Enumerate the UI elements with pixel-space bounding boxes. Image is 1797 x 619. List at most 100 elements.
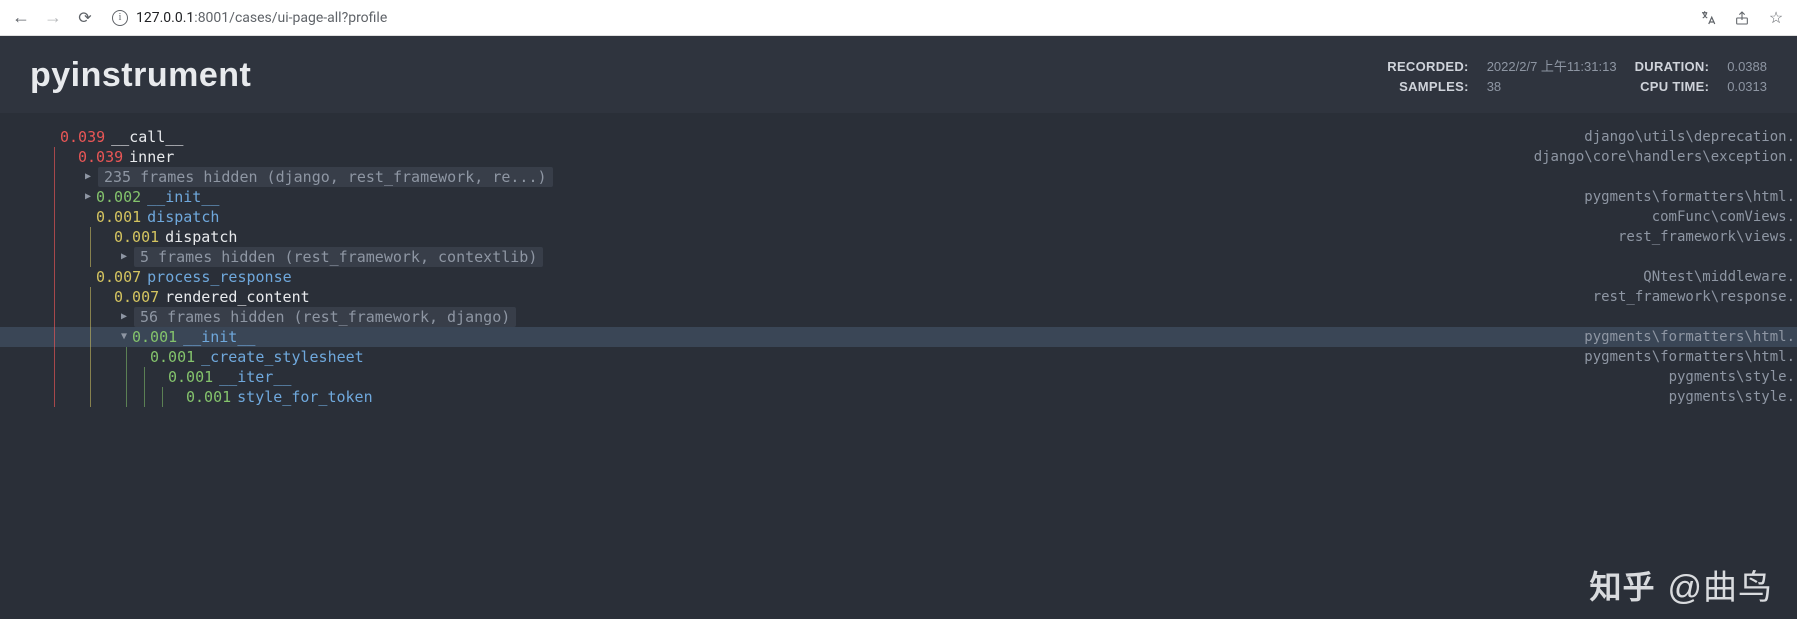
frame-location: pygments\formatters\html. bbox=[1584, 327, 1797, 347]
indent-guide bbox=[82, 347, 100, 367]
caret-right-icon[interactable]: ▶ bbox=[82, 167, 94, 187]
url-host: 127.0.0.1 bbox=[136, 10, 194, 26]
url-text: 127.0.0.1:8001/cases/ui-page-all?profile bbox=[136, 10, 387, 26]
tree-row[interactable]: 0.001_create_stylesheetpygments\formatte… bbox=[0, 347, 1797, 367]
caret-down-icon[interactable]: ▼ bbox=[118, 327, 130, 347]
tree-row[interactable]: 0.001__iter__pygments\style. bbox=[0, 367, 1797, 387]
frame-time: 0.039 bbox=[78, 147, 123, 167]
app-header: pyinstrument RECORDED: 2022/2/7 上午11:31:… bbox=[0, 36, 1797, 113]
indent-guide bbox=[46, 307, 64, 327]
frame-name: process_response bbox=[147, 267, 292, 287]
caret-right-icon[interactable]: ▶ bbox=[82, 187, 94, 207]
tree-row[interactable]: 0.039innerdjango\core\handlers\exception… bbox=[0, 147, 1797, 167]
tree-row[interactable]: ▶56 frames hidden (rest_framework, djang… bbox=[0, 307, 1797, 327]
frame-location: QNtest\middleware. bbox=[1643, 267, 1797, 287]
indent-guide bbox=[46, 287, 64, 307]
tree-row[interactable]: ▶0.002 __init__ pygments\formatters\html. bbox=[0, 187, 1797, 207]
frame-name: __init__ bbox=[183, 327, 255, 347]
frame-name: __call__ bbox=[111, 127, 183, 147]
frame-name: dispatch bbox=[165, 227, 237, 247]
nav-forward-icon[interactable]: → bbox=[44, 9, 62, 27]
meta-grid: RECORDED: 2022/2/7 上午11:31:13 DURATION: … bbox=[1387, 56, 1767, 94]
frame-location: pygments\style. bbox=[1669, 367, 1797, 387]
frame-location: rest_framework\response. bbox=[1593, 287, 1797, 307]
indent-guide bbox=[118, 387, 136, 407]
nav-back-icon[interactable]: ← bbox=[12, 9, 30, 27]
frame-location: pygments\style. bbox=[1669, 387, 1797, 407]
indent-guide bbox=[46, 207, 64, 227]
indent-guide bbox=[46, 247, 64, 267]
indent-guide bbox=[82, 287, 100, 307]
tree-row[interactable]: 0.007rendered_contentrest_framework\resp… bbox=[0, 287, 1797, 307]
watermark: 知乎 @曲鸟 bbox=[1589, 560, 1773, 609]
hidden-frames-note[interactable]: 235 frames hidden (django, rest_framewor… bbox=[98, 167, 553, 187]
indent-guide bbox=[100, 307, 118, 327]
frame-time: 0.001 bbox=[186, 387, 231, 407]
site-info-icon[interactable]: i bbox=[112, 10, 128, 26]
indent-guide bbox=[64, 347, 82, 367]
tree-row[interactable]: ▶5 frames hidden (rest_framework, contex… bbox=[0, 247, 1797, 267]
zhihu-logo: 知乎 bbox=[1589, 562, 1655, 608]
indent-guide bbox=[64, 307, 82, 327]
indent-guide bbox=[154, 387, 172, 407]
caret-right-icon[interactable]: ▶ bbox=[118, 307, 130, 327]
frame-name: __init__ bbox=[147, 187, 219, 207]
frame-time: 0.002 bbox=[96, 187, 141, 207]
frame-time: 0.001 bbox=[132, 327, 177, 347]
hidden-frames-note[interactable]: 5 frames hidden (rest_framework, context… bbox=[134, 247, 543, 267]
frame-name: dispatch bbox=[147, 207, 219, 227]
tree-row[interactable]: ▼0.001 __init__ pygments\formatters\html. bbox=[0, 327, 1797, 347]
frame-name: rendered_content bbox=[165, 287, 310, 307]
indent-guide bbox=[46, 167, 64, 187]
frame-location: comFunc\comViews. bbox=[1652, 207, 1797, 227]
indent-guide bbox=[64, 367, 82, 387]
tree-row[interactable]: 0.001dispatchcomFunc\comViews. bbox=[0, 207, 1797, 227]
tree-row[interactable]: 0.007 process_response QNtest\middleware. bbox=[0, 267, 1797, 287]
bookmark-star-icon[interactable]: ☆ bbox=[1767, 9, 1785, 27]
indent-guide bbox=[100, 387, 118, 407]
indent-guide bbox=[64, 287, 82, 307]
browser-chrome: ← → ⟳ i 127.0.0.1:8001/cases/ui-page-all… bbox=[0, 0, 1797, 36]
tree-row[interactable]: 0.039 __call__ django\utils\deprecation. bbox=[0, 127, 1797, 147]
frame-time: 0.007 bbox=[96, 267, 141, 287]
frame-time: 0.001 bbox=[150, 347, 195, 367]
indent-guide bbox=[118, 367, 136, 387]
frame-location: django\core\handlers\exception. bbox=[1534, 147, 1797, 167]
indent-guide bbox=[82, 387, 100, 407]
indent-guide bbox=[46, 327, 64, 347]
indent-guide bbox=[64, 327, 82, 347]
indent-guide bbox=[100, 347, 118, 367]
address-bar[interactable]: i 127.0.0.1:8001/cases/ui-page-all?profi… bbox=[108, 10, 1685, 26]
hidden-frames-note[interactable]: 56 frames hidden (rest_framework, django… bbox=[134, 307, 516, 327]
indent-guide bbox=[64, 247, 82, 267]
indent-guide bbox=[46, 387, 64, 407]
tree-row[interactable]: ▶235 frames hidden (django, rest_framewo… bbox=[0, 167, 1797, 187]
samples-label: SAMPLES: bbox=[1387, 79, 1468, 94]
url-port: :8001 bbox=[194, 10, 229, 26]
brand-title: pyinstrument bbox=[30, 56, 251, 95]
indent-guide bbox=[136, 367, 154, 387]
translate-icon[interactable] bbox=[1699, 9, 1717, 27]
frame-time: 0.001 bbox=[168, 367, 213, 387]
tree-row[interactable]: 0.001dispatchrest_framework\views. bbox=[0, 227, 1797, 247]
indent-guide bbox=[64, 267, 82, 287]
nav-reload-icon[interactable]: ⟳ bbox=[76, 9, 94, 27]
indent-guide bbox=[64, 227, 82, 247]
frame-location: django\utils\deprecation. bbox=[1584, 127, 1797, 147]
profiler-app: pyinstrument RECORDED: 2022/2/7 上午11:31:… bbox=[0, 36, 1797, 619]
indent-guide bbox=[82, 307, 100, 327]
frame-time: 0.039 bbox=[60, 127, 105, 147]
indent-guide bbox=[64, 387, 82, 407]
caret-right-icon[interactable]: ▶ bbox=[118, 247, 130, 267]
url-path: /cases/ui-page-all?profile bbox=[229, 10, 387, 26]
chrome-actions: ☆ bbox=[1699, 9, 1785, 27]
indent-guide bbox=[46, 147, 64, 167]
frame-location: pygments\formatters\html. bbox=[1584, 187, 1797, 207]
duration-value: 0.0388 bbox=[1727, 59, 1767, 74]
indent-guide bbox=[118, 347, 136, 367]
frame-location: rest_framework\views. bbox=[1618, 227, 1797, 247]
tree-row[interactable]: 0.001style_for_tokenpygments\style. bbox=[0, 387, 1797, 407]
recorded-label: RECORDED: bbox=[1387, 59, 1468, 74]
share-icon[interactable] bbox=[1733, 9, 1751, 27]
indent-guide bbox=[64, 167, 82, 187]
